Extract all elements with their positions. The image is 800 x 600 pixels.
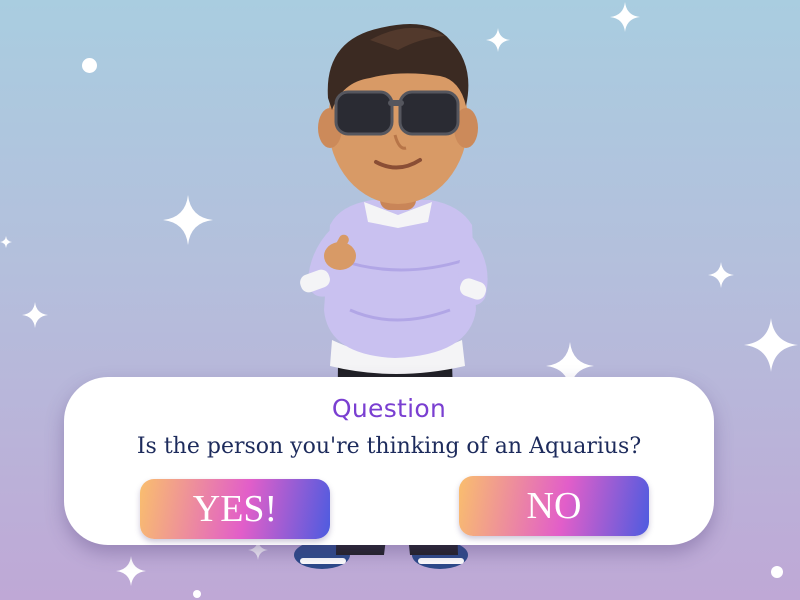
sparkle-icon <box>708 262 734 288</box>
game-scene: Question Is the person you're thinking o… <box>0 0 800 600</box>
sparkle-icon <box>610 2 640 32</box>
sparkle-icon <box>744 318 798 372</box>
question-dialog: Question Is the person you're thinking o… <box>64 377 714 545</box>
yes-button[interactable]: YES! <box>140 479 330 539</box>
sparkle-icon <box>163 195 213 245</box>
sparkle-icon <box>0 236 12 248</box>
star-dot <box>193 590 201 598</box>
no-button[interactable]: NO <box>459 476 649 536</box>
star-dot <box>82 58 97 73</box>
sparkle-icon <box>116 556 146 586</box>
question-text: Is the person you're thinking of an Aqua… <box>136 434 642 459</box>
sparkle-icon <box>22 302 48 328</box>
star-dot <box>771 566 783 578</box>
dialog-title: Question <box>331 394 447 423</box>
